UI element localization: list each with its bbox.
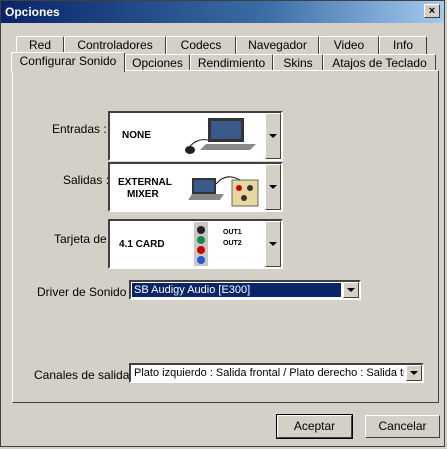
salidas-value-line1: EXTERNAL bbox=[118, 177, 172, 188]
tarjeta-label: Tarjeta de bbox=[54, 232, 107, 246]
tarjeta-value: 4.1 CARD bbox=[119, 239, 165, 250]
sound-card-jacks-icon bbox=[194, 222, 208, 266]
salidas-dropdown-button[interactable] bbox=[265, 164, 281, 210]
canales-label: Canales de salida : bbox=[34, 368, 137, 382]
chevron-down-icon bbox=[410, 371, 418, 375]
tab-info[interactable]: Info bbox=[379, 36, 427, 54]
canales-dropdown-button[interactable] bbox=[406, 365, 422, 381]
canales-value: Plato izquierdo : Salida frontal / Plato… bbox=[134, 367, 404, 379]
laptop-icon bbox=[185, 118, 256, 154]
options-dialog: Opciones × Red Controladores Codecs Nave… bbox=[0, 0, 445, 447]
chevron-down-icon bbox=[269, 185, 277, 189]
close-button[interactable]: × bbox=[424, 4, 440, 18]
title-bar[interactable]: Opciones × bbox=[1, 1, 444, 23]
tab-video[interactable]: Video bbox=[319, 36, 379, 54]
tarjeta-dropdown-button[interactable] bbox=[265, 221, 281, 267]
entradas-combo[interactable]: NONE bbox=[108, 111, 283, 161]
salidas-combo[interactable]: EXTERNAL MIXER bbox=[108, 162, 283, 212]
driver-select[interactable]: SB Audigy Audio [E300] bbox=[129, 280, 361, 300]
external-mixer-icon bbox=[188, 176, 259, 207]
entradas-label: Entradas : bbox=[52, 122, 107, 136]
driver-dropdown-button[interactable] bbox=[343, 282, 359, 298]
tab-codecs[interactable]: Codecs bbox=[166, 36, 236, 54]
salidas-label: Salidas : bbox=[63, 173, 110, 187]
cancelar-button[interactable]: Cancelar bbox=[365, 415, 440, 438]
aceptar-button[interactable]: Aceptar bbox=[276, 414, 353, 439]
window-title: Opciones bbox=[5, 5, 60, 19]
tarjeta-combo[interactable]: 4.1 CARD OUT1 OUT2 bbox=[108, 219, 283, 269]
driver-label: Driver de Sonido : bbox=[37, 285, 134, 299]
chevron-down-icon bbox=[347, 288, 355, 292]
entradas-value: NONE bbox=[122, 130, 151, 141]
salidas-value-line2: MIXER bbox=[127, 189, 159, 200]
driver-value: SB Audigy Audio [E300] bbox=[132, 283, 341, 297]
tab-navegador[interactable]: Navegador bbox=[236, 36, 319, 54]
canales-select[interactable]: Plato izquierdo : Salida frontal / Plato… bbox=[129, 363, 424, 383]
entradas-dropdown-button[interactable] bbox=[265, 113, 281, 159]
chevron-down-icon bbox=[269, 134, 277, 138]
tab-configurar-sonido[interactable]: Configurar Sonido bbox=[11, 52, 125, 72]
chevron-down-icon bbox=[269, 242, 277, 246]
out2-label: OUT2 bbox=[223, 240, 242, 247]
